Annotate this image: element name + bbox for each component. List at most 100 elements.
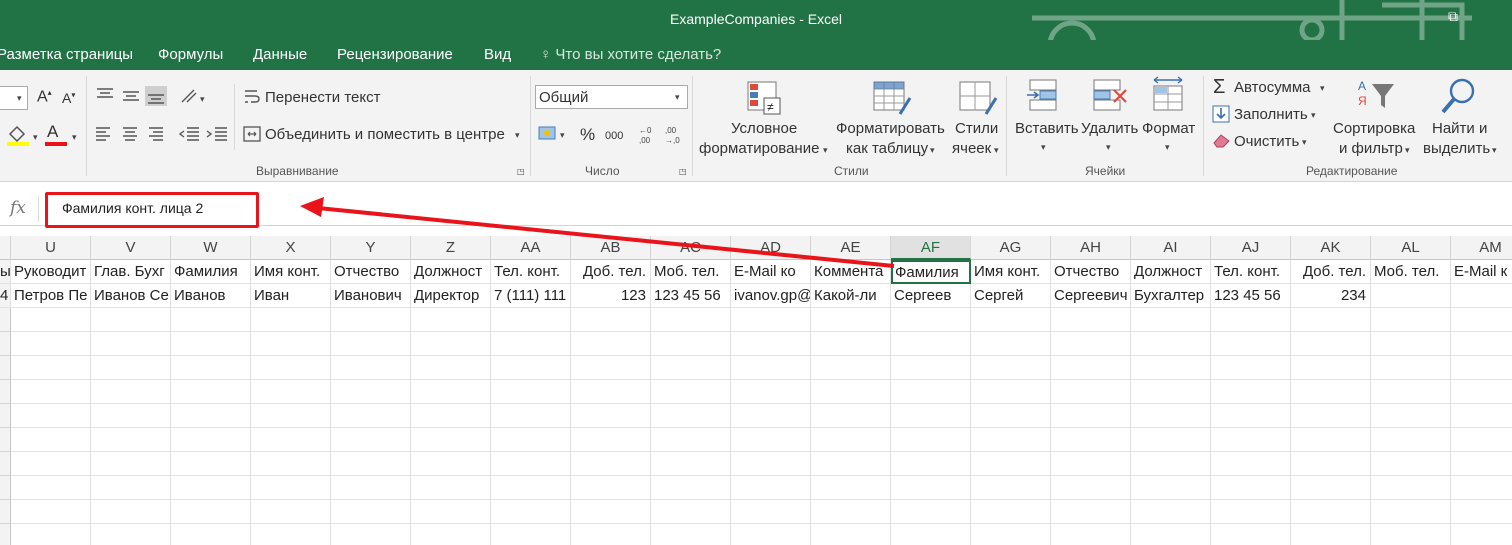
cell[interactable]: [1051, 428, 1131, 452]
cell[interactable]: Фамилия: [891, 260, 971, 284]
cell[interactable]: [891, 476, 971, 500]
row-header[interactable]: [0, 428, 11, 452]
cell[interactable]: [491, 524, 571, 545]
conditional-formatting-label-2[interactable]: форматирование: [699, 140, 819, 157]
cell[interactable]: [891, 332, 971, 356]
cell[interactable]: [171, 500, 251, 524]
cell[interactable]: [1131, 404, 1211, 428]
cell[interactable]: [1371, 428, 1451, 452]
cell[interactable]: [1291, 404, 1371, 428]
cell[interactable]: [91, 524, 171, 545]
cell[interactable]: Сергеевич: [1051, 284, 1131, 308]
cell[interactable]: [651, 428, 731, 452]
delete-cells-button[interactable]: Удалить: [1081, 120, 1138, 137]
cell[interactable]: Имя конт.: [251, 260, 331, 284]
cell[interactable]: Имя конт.: [971, 260, 1051, 284]
cell[interactable]: ый: [0, 260, 11, 284]
cell[interactable]: [571, 332, 651, 356]
cell[interactable]: [91, 428, 171, 452]
cell[interactable]: [411, 332, 491, 356]
cell[interactable]: [1451, 452, 1512, 476]
cell[interactable]: Директор: [411, 284, 491, 308]
column-header-y[interactable]: Y: [331, 236, 411, 260]
cell[interactable]: [171, 356, 251, 380]
cell[interactable]: Коммента: [811, 260, 891, 284]
cell[interactable]: [811, 404, 891, 428]
cell[interactable]: [251, 404, 331, 428]
cell[interactable]: [11, 356, 91, 380]
column-header-z[interactable]: Z: [411, 236, 491, 260]
cell-styles-label-2[interactable]: ячеек: [952, 140, 991, 157]
cell[interactable]: Отчество: [1051, 260, 1131, 284]
cell[interactable]: Тел. конт.: [491, 260, 571, 284]
row-header[interactable]: [0, 452, 11, 476]
number-launcher-icon[interactable]: ◳: [679, 167, 687, 176]
cell[interactable]: [1451, 500, 1512, 524]
cell[interactable]: [1131, 356, 1211, 380]
cell[interactable]: [491, 452, 571, 476]
column-header-ad[interactable]: AD: [731, 236, 811, 260]
cell[interactable]: [1131, 428, 1211, 452]
column-header-af[interactable]: AF: [891, 236, 971, 260]
cell[interactable]: [1131, 524, 1211, 545]
decimal-buttons-icon[interactable]: ←0 ,00 ,00 →,0: [638, 124, 686, 146]
cell[interactable]: Сергей: [971, 284, 1051, 308]
cell[interactable]: [411, 404, 491, 428]
cell[interactable]: [171, 308, 251, 332]
cell[interactable]: Доб. тел.: [571, 260, 651, 284]
cell[interactable]: [331, 404, 411, 428]
cell[interactable]: [1451, 524, 1512, 545]
cell[interactable]: [331, 452, 411, 476]
cell[interactable]: [11, 308, 91, 332]
cell[interactable]: [411, 524, 491, 545]
cell[interactable]: [651, 452, 731, 476]
ribbon-display-options-icon[interactable]: ⧉: [1448, 8, 1458, 25]
cell[interactable]: [1291, 332, 1371, 356]
tab-view[interactable]: Вид: [484, 46, 511, 63]
cell[interactable]: [411, 356, 491, 380]
cell[interactable]: [91, 500, 171, 524]
cell[interactable]: [1451, 356, 1512, 380]
cell[interactable]: Глав. Бухг: [91, 260, 171, 284]
cell[interactable]: [731, 356, 811, 380]
column-header-u[interactable]: U: [11, 236, 91, 260]
cell[interactable]: [491, 356, 571, 380]
cell[interactable]: [1051, 524, 1131, 545]
cell[interactable]: [91, 404, 171, 428]
cell[interactable]: [1291, 428, 1371, 452]
clear-button[interactable]: Очистить: [1234, 133, 1299, 150]
cell[interactable]: [811, 476, 891, 500]
vertical-align-icons[interactable]: [95, 85, 175, 107]
number-format-combo[interactable]: Общий ▾: [535, 85, 688, 109]
cell[interactable]: 234: [1291, 284, 1371, 308]
cell[interactable]: [1451, 332, 1512, 356]
cell[interactable]: [1211, 380, 1291, 404]
cell[interactable]: [731, 428, 811, 452]
cell[interactable]: [251, 428, 331, 452]
cell[interactable]: [1291, 380, 1371, 404]
format-as-table-label-1[interactable]: Форматировать: [836, 120, 945, 137]
cell[interactable]: [1291, 524, 1371, 545]
cell[interactable]: [331, 500, 411, 524]
cell[interactable]: [651, 380, 731, 404]
accounting-format-icon[interactable]: ▾: [538, 124, 568, 144]
cell[interactable]: [731, 308, 811, 332]
cell[interactable]: [491, 380, 571, 404]
cell[interactable]: [811, 332, 891, 356]
cell[interactable]: [1051, 356, 1131, 380]
cell[interactable]: [651, 332, 731, 356]
cell[interactable]: [891, 428, 971, 452]
row-header[interactable]: [0, 500, 11, 524]
cell[interactable]: [1211, 404, 1291, 428]
column-header-ai[interactable]: AI: [1131, 236, 1211, 260]
cell[interactable]: [571, 476, 651, 500]
cell[interactable]: [1051, 308, 1131, 332]
cell[interactable]: Моб. тел.: [651, 260, 731, 284]
cell[interactable]: [1371, 284, 1451, 308]
row-header[interactable]: [0, 476, 11, 500]
cell[interactable]: [251, 380, 331, 404]
cell[interactable]: [1371, 332, 1451, 356]
column-header-ak[interactable]: AK: [1291, 236, 1371, 260]
cell[interactable]: Какой-ли: [811, 284, 891, 308]
cell[interactable]: [571, 404, 651, 428]
